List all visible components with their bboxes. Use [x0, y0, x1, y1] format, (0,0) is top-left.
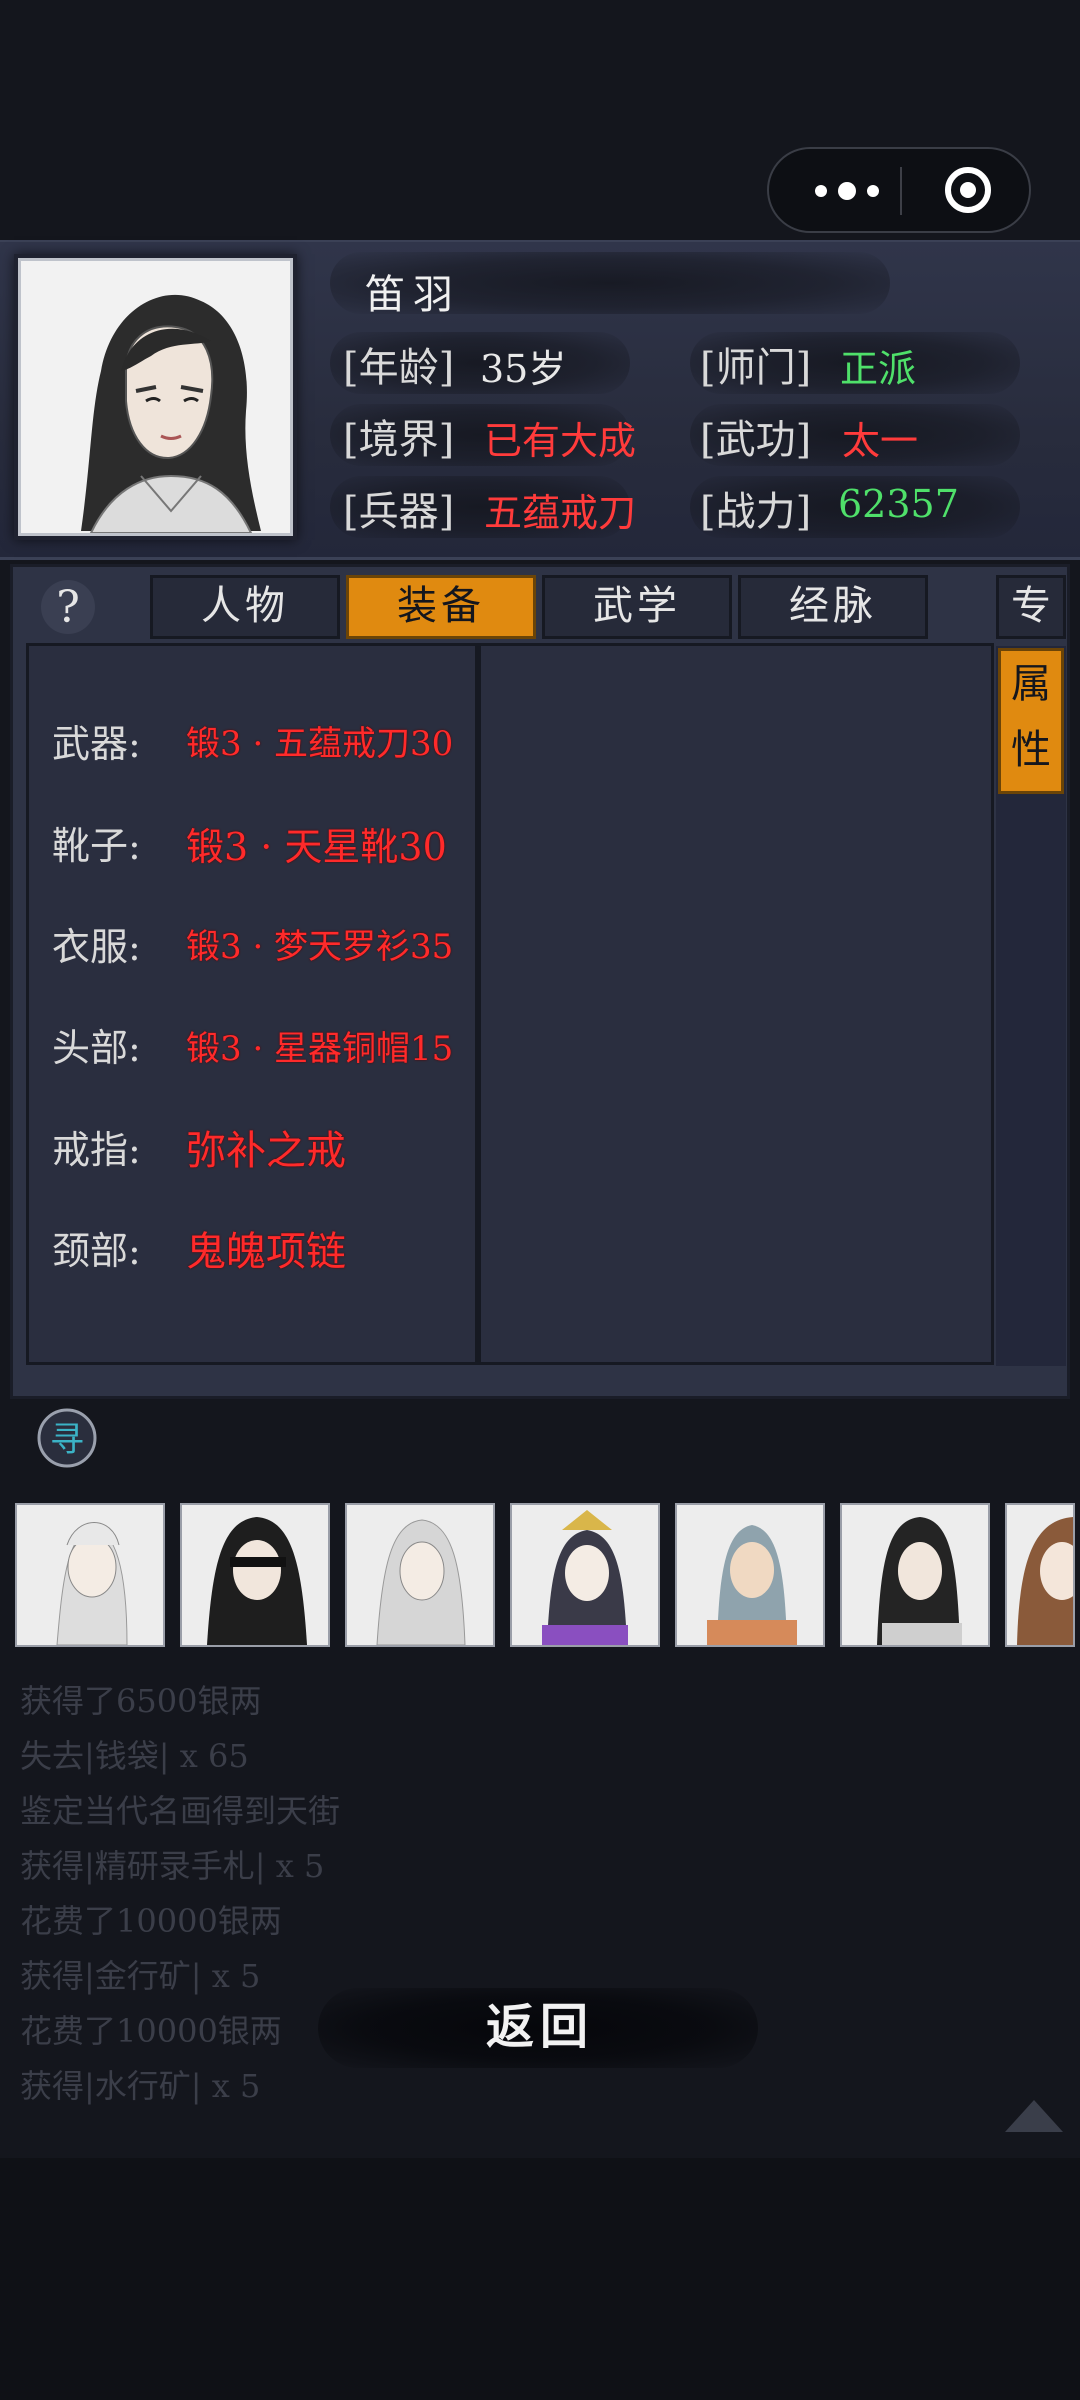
log-line: 获得|金行矿| x 5	[20, 1957, 261, 1995]
martial-value: 太一	[842, 419, 919, 463]
tab-special[interactable]: 专	[996, 575, 1066, 639]
log-line: 获得|水行矿| x 5	[20, 2067, 261, 2105]
log-line: 获得|精研录手札| x 5	[20, 1847, 325, 1885]
scroll-up-icon[interactable]	[1003, 2098, 1065, 2134]
realm-value: 已有大成	[484, 419, 637, 463]
realm-label: [境界]	[343, 417, 455, 463]
close-miniprogram-icon[interactable]	[944, 166, 992, 214]
weapon-value: 五蕴戒刀	[484, 491, 637, 535]
slot-ring-item[interactable]: 弥补之戒	[186, 1118, 346, 1176]
character-portrait	[18, 258, 293, 536]
power-label: [战力]	[700, 489, 812, 535]
slot-weapon-label: 武器:	[52, 722, 141, 766]
character-portrait-art	[21, 261, 290, 533]
seek-icon[interactable]: 寻	[36, 1407, 98, 1469]
team-member-portrait[interactable]	[1005, 1503, 1075, 1647]
team-member-portrait[interactable]	[510, 1503, 660, 1647]
age-label: [年龄]	[343, 345, 455, 391]
slot-clothes-label: 衣服:	[52, 925, 141, 969]
side-tab-attributes[interactable]: 属 性	[998, 648, 1064, 794]
sect-label: [师门]	[700, 345, 812, 391]
side-tab-attributes-char-2: 性	[1011, 727, 1051, 773]
more-options-icon[interactable]	[807, 173, 887, 209]
svg-text:?: ?	[56, 582, 80, 633]
weapon-label: [兵器]	[343, 489, 455, 535]
back-button[interactable]: 返回	[440, 1995, 640, 2059]
sect-value: 正派	[840, 347, 917, 391]
seek-icon-glyph: 寻	[50, 1420, 84, 1460]
slot-head-label: 头部:	[52, 1026, 141, 1070]
team-member-portrait[interactable]	[675, 1503, 825, 1647]
tab-meridians[interactable]: 经脉	[738, 575, 928, 639]
help-icon[interactable]: ?	[40, 576, 96, 638]
tab-martial-arts[interactable]: 武学	[542, 575, 732, 639]
slot-boots-item[interactable]: 锻3 · 天星靴30	[186, 816, 447, 871]
team-member-portrait[interactable]	[345, 1503, 495, 1647]
team-member-portrait[interactable]	[180, 1503, 330, 1647]
tab-equipment[interactable]: 装备	[346, 575, 536, 639]
character-name: 笛羽	[365, 272, 461, 318]
slot-neck-item[interactable]: 鬼魄项链	[186, 1219, 346, 1277]
slot-neck-label: 颈部:	[52, 1229, 141, 1273]
slot-ring-label: 戒指:	[52, 1128, 141, 1172]
slot-boots-label: 靴子:	[52, 824, 141, 868]
equipment-detail-panel	[478, 643, 994, 1365]
log-line: 鉴定当代名画得到天街	[20, 1792, 341, 1830]
log-line: 获得了6500银两	[20, 1682, 262, 1720]
slot-head-item[interactable]: 锻3 · 星器铜帽15	[186, 1021, 453, 1070]
age-value: 35岁	[480, 347, 567, 391]
log-line: 花费了10000银两	[20, 1902, 282, 1940]
bottom-area	[0, 2158, 1080, 2400]
slot-clothes-item[interactable]: 锻3 · 梦天罗衫35	[186, 919, 453, 968]
team-member-portrait[interactable]	[15, 1503, 165, 1647]
log-line: 失去|钱袋| x 65	[20, 1737, 249, 1775]
side-tab-attributes-char-1: 属	[1011, 661, 1051, 707]
capsule-divider	[900, 167, 902, 215]
team-member-portrait[interactable]	[840, 1503, 990, 1647]
tab-character[interactable]: 人物	[150, 575, 340, 639]
log-line: 花费了10000银两	[20, 2012, 282, 2050]
power-value: 62357	[838, 482, 959, 526]
miniprogram-capsule	[767, 147, 1031, 233]
martial-label: [武功]	[700, 417, 812, 463]
slot-weapon-item[interactable]: 锻3 · 五蕴戒刀30	[186, 716, 453, 765]
